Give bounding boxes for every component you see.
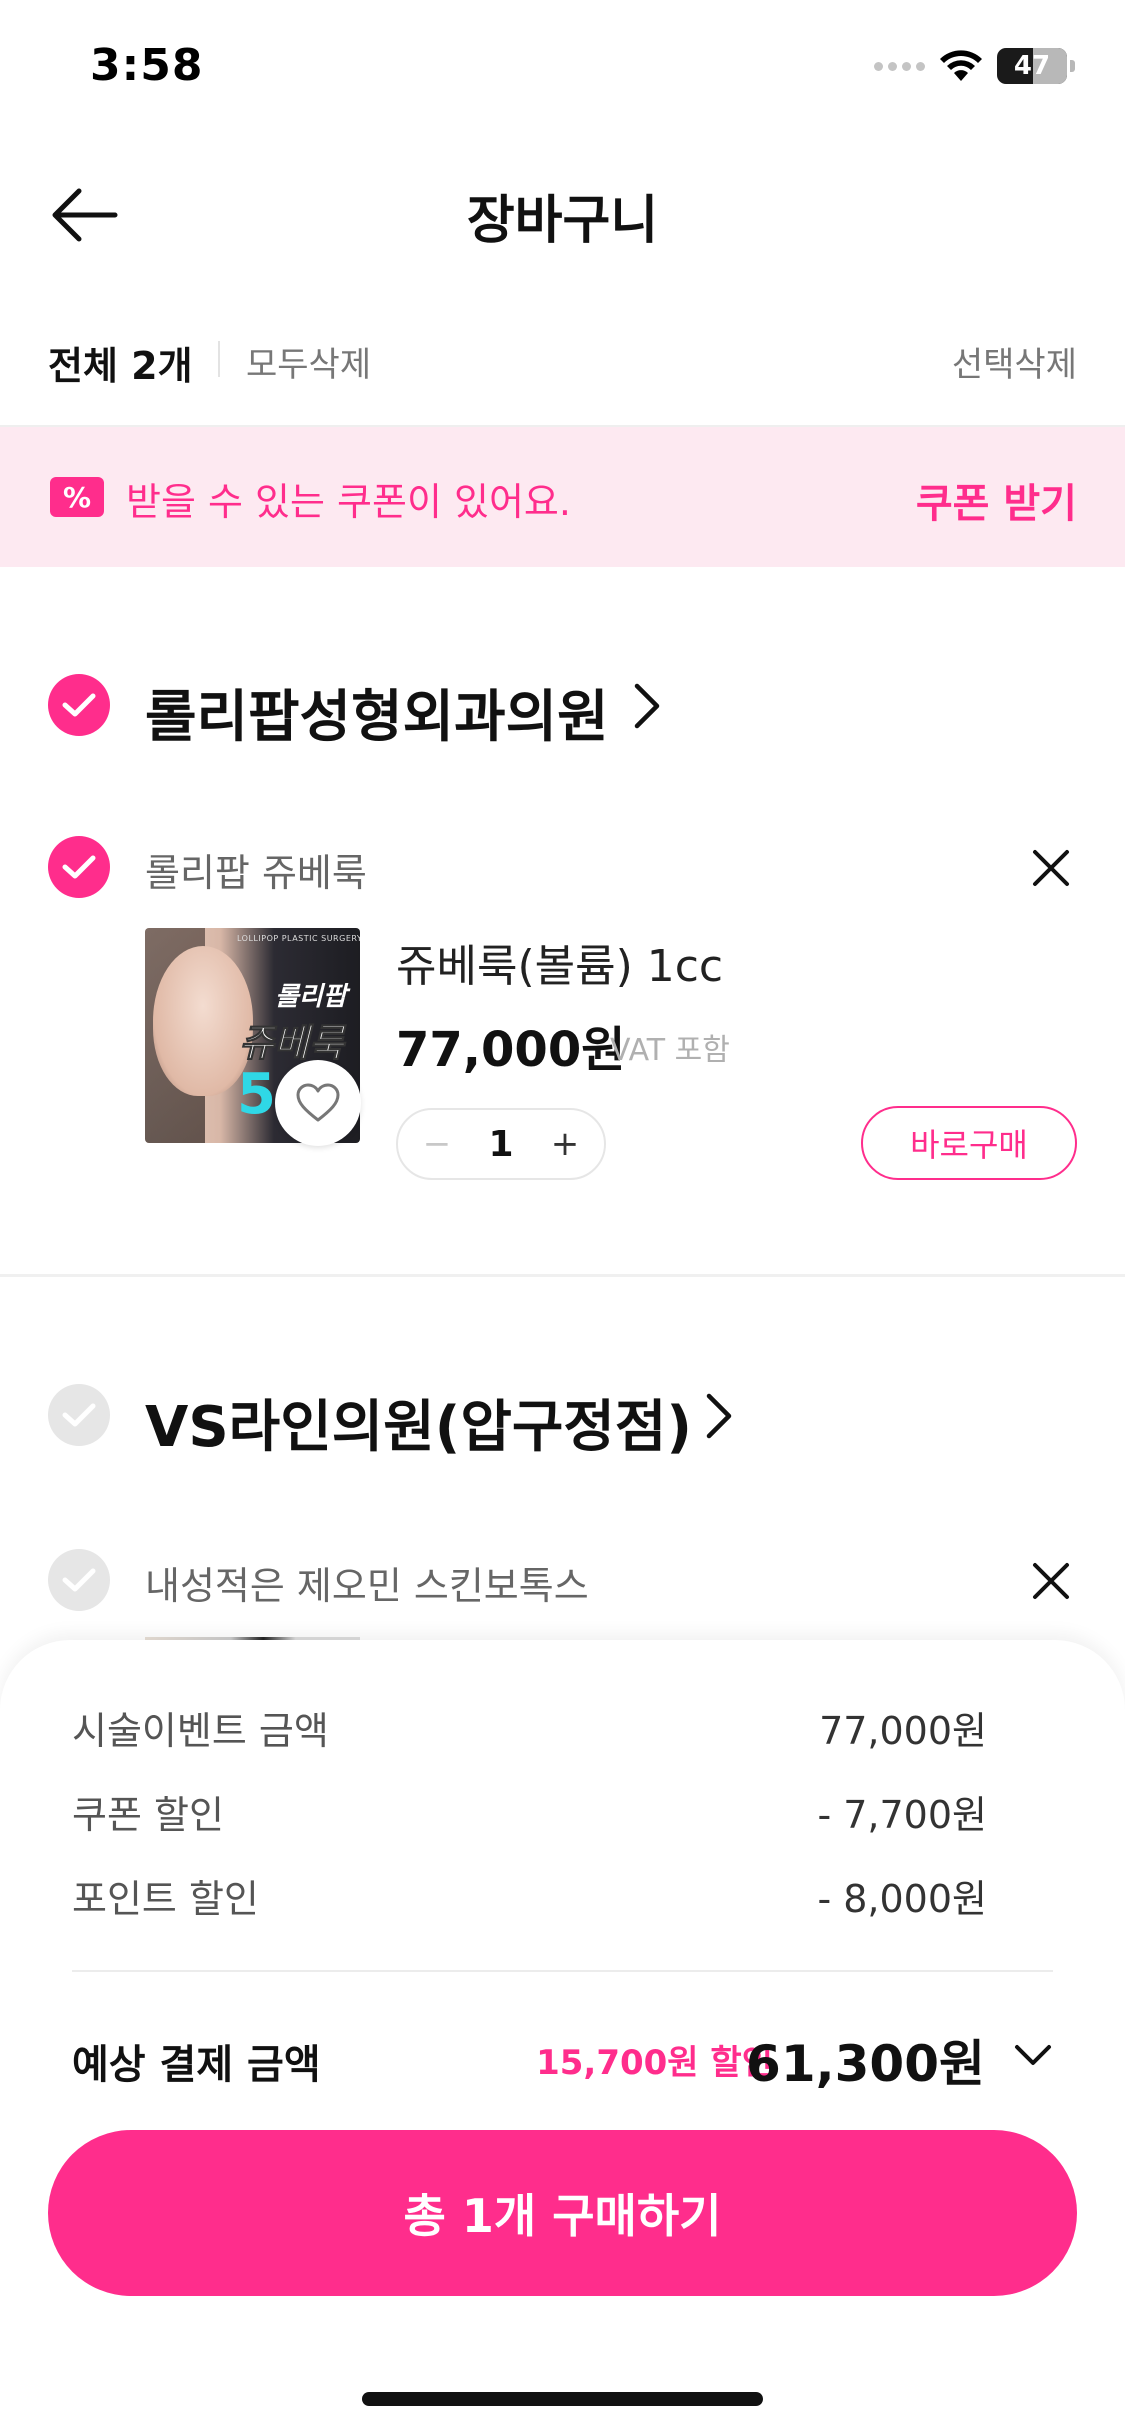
thumbnail-number: 5 <box>237 1062 276 1127</box>
toolbar-divider <box>218 341 220 377</box>
page-title: 장바구니 <box>466 191 659 251</box>
summary-label: 시술이벤트 금액 <box>72 1709 329 1753</box>
home-indicator <box>362 2392 763 2406</box>
payment-summary-sheet: 시술이벤트 금액 77,000원 쿠폰 할인 - 7,700원 포인트 할인 -… <box>0 1640 1125 2436</box>
quantity-value: 1 <box>488 1123 514 1165</box>
clinic-checkbox[interactable] <box>48 674 110 736</box>
nav-bar: 장바구니 <box>0 150 1125 280</box>
status-bar: 3:58 47 <box>0 0 1125 135</box>
quantity-increase-button[interactable]: + <box>550 1124 580 1164</box>
clinic-header-lollipop[interactable]: 롤리팝성형외과의원 <box>0 660 1125 750</box>
item-checkbox[interactable] <box>48 836 110 898</box>
delete-selected-button[interactable]: 선택삭제 <box>952 337 1077 386</box>
summary-row-coupon-discount: 쿠폰 할인 - 7,700원 <box>72 1784 987 1844</box>
chevron-right-icon[interactable] <box>632 682 662 730</box>
thumbnail-title-line2: 쥬베룩 <box>239 1021 345 1066</box>
checkmark-icon <box>62 855 96 879</box>
quantity-decrease-button[interactable]: − <box>422 1124 452 1164</box>
summary-row-event-price: 시술이벤트 금액 77,000원 <box>72 1700 987 1760</box>
select-all-count: 전체 2개 <box>48 344 193 388</box>
battery-icon: 47 <box>997 48 1067 84</box>
quantity-stepper: − 1 + <box>396 1108 606 1180</box>
checkmark-icon <box>62 1403 96 1427</box>
item-title: 롤리팝 쥬베룩 <box>145 851 367 895</box>
product-name: 쥬베룩(볼륨) 1cc <box>396 941 724 992</box>
item-title: 내성적은 제오민 스킨보톡스 <box>145 1564 589 1608</box>
clinic-name[interactable]: 롤리팝성형외과의원 <box>145 672 609 753</box>
total-label: 예상 결제 금액 <box>72 2042 321 2088</box>
product-price: 77,000원 <box>396 1022 626 1078</box>
summary-label: 포인트 할인 <box>72 1877 259 1921</box>
thumbnail-brand: LOLLIPOP PLASTIC SURGERY <box>237 934 360 943</box>
clinic-header-vsline[interactable]: VS라인의원(압구정점) <box>0 1370 1125 1460</box>
cart-item-header: 롤리팝 쥬베룩 <box>0 832 1125 902</box>
divider <box>72 1970 1053 1972</box>
summary-row-point-discount: 포인트 할인 - 8,000원 <box>72 1868 987 1928</box>
summary-value: - 8,000원 <box>817 1877 987 1921</box>
section-divider <box>0 1274 1125 1277</box>
close-icon[interactable] <box>1029 1559 1073 1603</box>
cart-item-header: 내성적은 제오민 스킨보톡스 <box>0 1545 1125 1615</box>
status-time: 3:58 <box>90 40 204 91</box>
heart-icon <box>296 1083 340 1122</box>
summary-value: 77,000원 <box>819 1709 987 1753</box>
purchase-button[interactable]: 총 1개 구매하기 <box>48 2130 1077 2296</box>
get-coupon-button[interactable]: 쿠폰 받기 <box>916 471 1077 529</box>
selection-toolbar: 전체 2개 모두삭제 선택삭제 <box>0 325 1125 395</box>
wifi-icon <box>940 50 982 81</box>
total-discount: 15,700원 할인 <box>536 2043 773 2083</box>
cellular-signal-icon <box>874 61 925 71</box>
item-checkbox[interactable] <box>48 1549 110 1611</box>
buy-now-button[interactable]: 바로구매 <box>861 1106 1077 1180</box>
clinic-name[interactable]: VS라인의원(압구정점) <box>145 1382 692 1463</box>
wishlist-heart-button[interactable] <box>275 1060 361 1146</box>
status-icons: 47 <box>874 48 1075 84</box>
coupon-banner-text: 받을 수 있는 쿠폰이 있어요. <box>126 480 571 524</box>
checkmark-icon <box>62 693 96 717</box>
thumbnail-title-line1: 롤리팝 <box>275 982 347 1012</box>
summary-label: 쿠폰 할인 <box>72 1793 224 1837</box>
coupon-icon: % <box>50 477 104 517</box>
coupon-banner[interactable]: % 받을 수 있는 쿠폰이 있어요. 쿠폰 받기 <box>0 427 1125 567</box>
battery-level: 47 <box>1013 51 1051 81</box>
vat-note: VAT 포함 <box>610 1033 730 1068</box>
chevron-right-icon[interactable] <box>704 1392 734 1440</box>
summary-value: - 7,700원 <box>817 1793 987 1837</box>
checkmark-icon <box>62 1568 96 1592</box>
chevron-down-icon[interactable] <box>1013 2040 1053 2070</box>
close-icon[interactable] <box>1029 846 1073 890</box>
delete-all-button[interactable]: 모두삭제 <box>246 337 371 386</box>
total-amount: 61,300원 <box>746 2035 985 2093</box>
clinic-checkbox[interactable] <box>48 1384 110 1446</box>
